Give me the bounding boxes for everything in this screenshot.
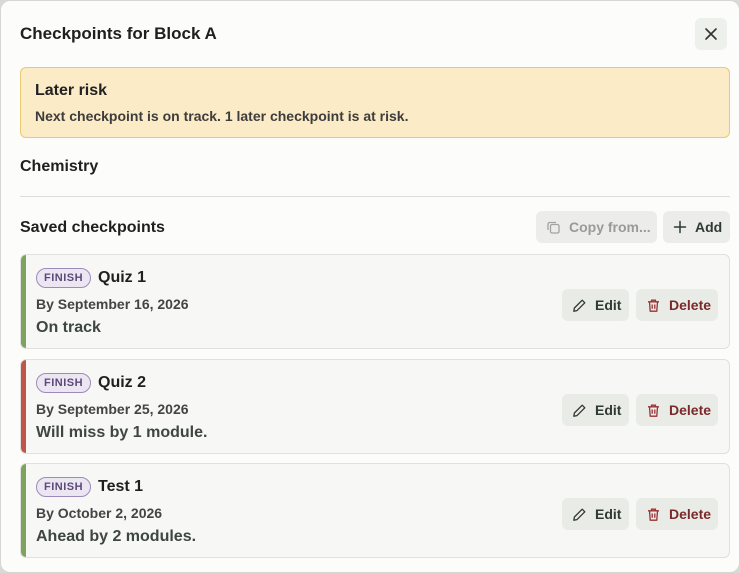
checkpoint-status: On track <box>36 319 101 336</box>
alert-title: Later risk <box>35 82 108 99</box>
close-icon <box>704 27 718 41</box>
edit-button[interactable]: Edit <box>562 289 629 321</box>
plus-icon <box>673 220 687 234</box>
checkpoint-status: Will miss by 1 module. <box>36 424 208 441</box>
checkpoints-dialog: Checkpoints for Block A Later risk Next … <box>0 0 740 573</box>
checkpoint-name: Quiz 2 <box>98 374 147 391</box>
edit-button[interactable]: Edit <box>562 394 629 426</box>
trash-icon <box>646 403 661 418</box>
divider <box>20 196 730 197</box>
checkpoint-date: By September 16, 2026 <box>36 296 189 312</box>
delete-label: Delete <box>669 506 712 522</box>
subject-heading: Chemistry <box>20 158 99 175</box>
copy-from-label: Copy from... <box>569 219 651 235</box>
trash-icon <box>646 507 661 522</box>
edit-label: Edit <box>595 402 622 418</box>
dialog-title: Checkpoints for Block A <box>20 24 217 43</box>
delete-label: Delete <box>669 297 712 313</box>
add-checkpoint-button[interactable]: Add <box>663 211 730 243</box>
delete-button[interactable]: Delete <box>636 498 718 530</box>
status-stripe <box>21 255 26 348</box>
delete-button[interactable]: Delete <box>636 289 718 321</box>
copy-from-button[interactable]: Copy from... <box>536 211 657 243</box>
trash-icon <box>646 298 661 313</box>
checkpoint-card: FINISH Quiz 1 By September 16, 2026 On t… <box>20 254 730 349</box>
finish-badge: FINISH <box>36 268 92 288</box>
pencil-icon <box>572 507 587 522</box>
saved-checkpoints-title: Saved checkpoints <box>20 219 165 236</box>
status-stripe <box>21 360 26 453</box>
close-button[interactable] <box>695 18 727 50</box>
dialog-header: Checkpoints for Block A <box>20 18 727 51</box>
delete-button[interactable]: Delete <box>636 394 718 426</box>
edit-button[interactable]: Edit <box>562 498 629 530</box>
edit-label: Edit <box>595 506 622 522</box>
add-label: Add <box>695 219 723 235</box>
risk-alert: Later risk Next checkpoint is on track. … <box>20 67 730 138</box>
status-stripe <box>21 464 26 557</box>
pencil-icon <box>572 298 587 313</box>
checkpoint-name: Quiz 1 <box>98 269 147 286</box>
pencil-icon <box>572 403 587 418</box>
edit-label: Edit <box>595 297 622 313</box>
alert-text: Next checkpoint is on track. 1 later che… <box>35 108 409 124</box>
checkpoint-card: FINISH Test 1 By October 2, 2026 Ahead b… <box>20 463 730 558</box>
checkpoint-card: FINISH Quiz 2 By September 25, 2026 Will… <box>20 359 730 454</box>
finish-badge: FINISH <box>36 477 92 497</box>
finish-badge: FINISH <box>36 373 92 393</box>
checkpoint-date: By September 25, 2026 <box>36 401 189 417</box>
checkpoint-name: Test 1 <box>98 478 144 495</box>
delete-label: Delete <box>669 402 712 418</box>
checkpoint-date: By October 2, 2026 <box>36 505 163 521</box>
copy-icon <box>546 220 561 235</box>
checkpoint-status: Ahead by 2 modules. <box>36 528 197 545</box>
